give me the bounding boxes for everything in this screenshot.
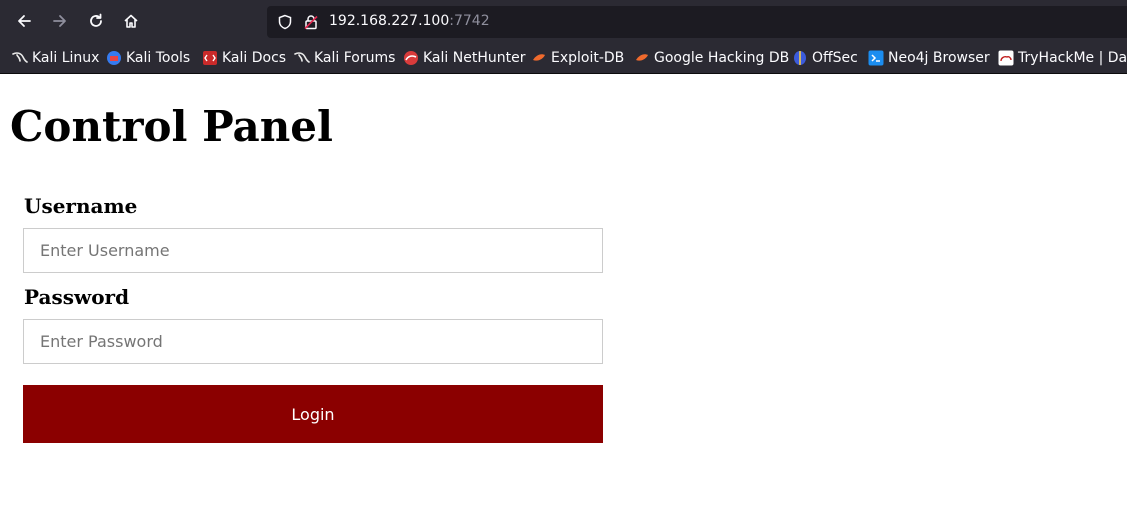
bookmark-kali-forums[interactable]: Kali Forums bbox=[294, 48, 395, 68]
bookmark-label: Kali Forums bbox=[314, 50, 396, 66]
back-arrow-icon bbox=[18, 15, 31, 27]
page-title: Control Panel bbox=[10, 102, 333, 151]
home-button[interactable] bbox=[117, 7, 145, 35]
bookmark-tryhackme[interactable]: TryHackMe | Das bbox=[998, 48, 1127, 68]
bookmark-label: OffSec bbox=[812, 50, 858, 66]
bookmark-kali-linux[interactable]: Kali Linux bbox=[12, 48, 99, 68]
bookmark-google-hacking-db[interactable]: Google Hacking DB bbox=[634, 48, 789, 68]
browser-toolbar: 192.168.227.100:7742 bbox=[0, 0, 1127, 42]
bookmark-label: Kali Docs bbox=[222, 50, 287, 66]
bookmark-neo4j-browser[interactable]: Neo4j Browser bbox=[868, 48, 990, 68]
bookmark-label: Kali NetHunter bbox=[423, 50, 526, 66]
kali-dragon-icon bbox=[294, 52, 310, 63]
shield-icon bbox=[278, 14, 292, 30]
reload-icon bbox=[90, 13, 102, 27]
kali-docs-icon bbox=[203, 51, 217, 65]
bookmark-label: Kali Linux bbox=[32, 50, 100, 66]
username-label: Username bbox=[24, 194, 138, 218]
username-input[interactable] bbox=[23, 228, 603, 273]
password-input[interactable] bbox=[23, 319, 603, 364]
forward-arrow-icon bbox=[53, 15, 66, 27]
bookmark-label: Exploit-DB bbox=[551, 50, 625, 66]
url-host: 192.168.227.100 bbox=[329, 13, 450, 29]
url-port: :7742 bbox=[449, 13, 490, 29]
bookmark-kali-tools[interactable]: Kali Tools bbox=[106, 48, 190, 68]
home-icon bbox=[124, 14, 138, 28]
url-text[interactable]: 192.168.227.100:7742 bbox=[329, 13, 490, 29]
bookmark-label: TryHackMe | Das bbox=[1018, 50, 1127, 66]
insecure-lock-icon[interactable] bbox=[303, 14, 319, 30]
exploit-db-icon bbox=[533, 54, 545, 61]
nethunter-icon bbox=[404, 51, 418, 65]
bookmark-kali-docs[interactable]: Kali Docs bbox=[202, 48, 286, 68]
bookmark-exploit-db[interactable]: Exploit-DB bbox=[531, 48, 624, 68]
bookmark-offsec[interactable]: OffSec bbox=[792, 48, 858, 68]
url-bar[interactable]: 192.168.227.100:7742 bbox=[267, 6, 1127, 38]
forward-button[interactable] bbox=[46, 7, 74, 35]
offsec-icon bbox=[794, 51, 806, 65]
bookmark-label: Google Hacking DB bbox=[654, 50, 790, 66]
bookmark-kali-nethunter[interactable]: Kali NetHunter bbox=[403, 48, 525, 68]
tryhackme-icon bbox=[998, 50, 1014, 66]
kali-dragon-icon bbox=[12, 52, 28, 63]
bookmarks-toolbar: Kali Linux Kali Tools Kali Docs Kali For… bbox=[0, 42, 1127, 74]
password-label: Password bbox=[24, 285, 130, 309]
reload-button[interactable] bbox=[82, 7, 110, 35]
bookmark-label: Kali Tools bbox=[126, 50, 191, 66]
bookmark-label: Neo4j Browser bbox=[888, 50, 990, 66]
ghdb-icon bbox=[636, 54, 648, 61]
back-button[interactable] bbox=[10, 7, 38, 35]
neo4j-icon bbox=[868, 50, 884, 66]
kali-tools-icon bbox=[107, 51, 121, 65]
login-button[interactable]: Login bbox=[23, 385, 603, 443]
